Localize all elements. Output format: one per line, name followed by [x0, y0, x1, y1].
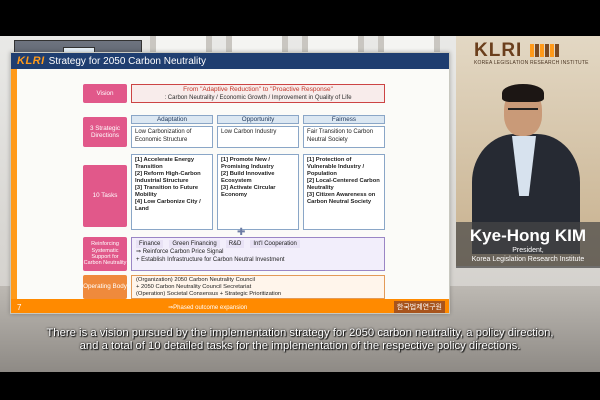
task-item: [1] Promote New / Promising Industry — [221, 157, 274, 170]
support-chip: Green Financing — [169, 240, 220, 248]
speaker-nameplate: Kye-Hong KIM President, Korea Legislatio… — [456, 222, 600, 268]
task-item: [1] Accelerate Energy Transition — [135, 157, 195, 170]
caption-line-2: and a total of 10 detailed tasks for the… — [79, 340, 521, 352]
slide-footer: 7 ⇒Phased outcome expansion 한국법제연구원 — [11, 299, 449, 313]
operating-line-3: (Operation) Societal Consensus + Strateg… — [136, 291, 282, 297]
task-item: [2] Reform High-Carbon Industrial Struct… — [135, 171, 201, 184]
operating-label: Operating Body — [83, 275, 127, 299]
operating-line-1: (Organization) 2050 Carbon Neutrality Co… — [136, 277, 255, 283]
task-item: [2] Build Innovative Ecosystem — [221, 171, 275, 184]
task-item: [3] Transition to Future Mobility — [135, 185, 199, 198]
caption: There is a vision pursued by the impleme… — [0, 327, 600, 353]
support-chip: R&D — [225, 240, 245, 248]
footer-logo: 한국법제연구원 — [393, 301, 445, 313]
direction-cell-fairness: Fair Transition to Carbon Neutral Societ… — [303, 126, 385, 148]
top-letterbox — [0, 0, 600, 36]
speaker-hair — [502, 84, 544, 102]
speaker-role-line-1: President, — [512, 247, 544, 254]
task-item: [1] Protection of Vulnerable Industry / … — [307, 157, 365, 177]
tasks-column-opportunity: [1] Promote New / Promising Industry [2]… — [217, 154, 299, 230]
task-item: [2] Local-Centered Carbon Neutrality — [307, 178, 380, 191]
presentation-slide: KLRI Strategy for 2050 Carbon Neutrality… — [10, 52, 450, 314]
direction-header-fairness: Fairness — [303, 115, 385, 124]
operating-box: (Organization) 2050 Carbon Neutrality Co… — [131, 275, 385, 299]
slide-brand: KLRI — [17, 55, 45, 67]
caption-line-1: There is a vision pursued by the impleme… — [46, 327, 554, 339]
slide-page-number: 7 — [17, 302, 22, 312]
tasks-label: 10 Tasks — [83, 165, 127, 227]
direction-header-adaptation: Adaptation — [131, 115, 213, 124]
support-chips: Finance Green Financing R&D Int'l Cooper… — [136, 240, 380, 248]
support-chip: Int'l Cooperation — [250, 240, 300, 248]
support-line-1: ⇒ Reinforce Carbon Price Signal — [136, 249, 224, 255]
support-label: Reinforcing Systematic Support for Carbo… — [83, 237, 127, 271]
tasks-column-fairness: [1] Protection of Vulnerable Industry / … — [303, 154, 385, 230]
vision-label: Vision — [83, 84, 127, 103]
direction-cell-opportunity: Low Carbon Industry — [217, 126, 299, 148]
slide-title: Strategy for 2050 Carbon Neutrality — [48, 55, 206, 67]
operating-line-4: ⇒Phased outcome expansion — [168, 304, 248, 311]
task-item: [4] Low Carbonize City / Land — [135, 199, 201, 212]
glasses-icon — [508, 108, 538, 114]
support-chip: Finance — [136, 240, 164, 248]
direction-cell-adaptation: Low Carbonization of Economic Structure — [131, 126, 213, 148]
operating-line-2: + 2050 Carbon Neutrality Council Secreta… — [136, 284, 252, 290]
slide-header: KLRI Strategy for 2050 Carbon Neutrality — [11, 53, 449, 69]
speaker-name: Kye-Hong KIM — [469, 226, 587, 245]
tasks-column-adaptation: [1] Accelerate Energy Transition [2] Ref… — [131, 154, 213, 230]
klri-subtitle: KOREA LEGISLATION RESEARCH INSTITUTE — [474, 60, 589, 66]
klri-logo: KLRI KOREA LEGISLATION RESEARCH INSTITUT… — [474, 40, 594, 74]
directions-label: 3 Strategic Directions — [83, 117, 127, 147]
task-item: [3] Activate Circular Economy — [221, 185, 276, 198]
vision-line-2: : Carbon Neutrality / Economic Growth / … — [164, 95, 352, 101]
vision-box: From "Adaptive Reduction" to "Proactive … — [131, 84, 385, 103]
vision-line-1: From "Adaptive Reduction" to "Proactive … — [183, 86, 333, 93]
speaker-role-line-2: Korea Legislation Research Institute — [471, 256, 585, 263]
task-item: [3] Citizen Awareness on Carbon Neutral … — [307, 192, 376, 205]
support-line-2: + Establish Infrastructure for Carbon Ne… — [136, 257, 285, 263]
klri-wordmark: KLRI — [474, 40, 523, 61]
support-box: Finance Green Financing R&D Int'l Cooper… — [131, 237, 385, 271]
slide-side-bar — [11, 69, 17, 299]
direction-header-opportunity: Opportunity — [217, 115, 299, 124]
bottom-letterbox — [0, 372, 600, 400]
